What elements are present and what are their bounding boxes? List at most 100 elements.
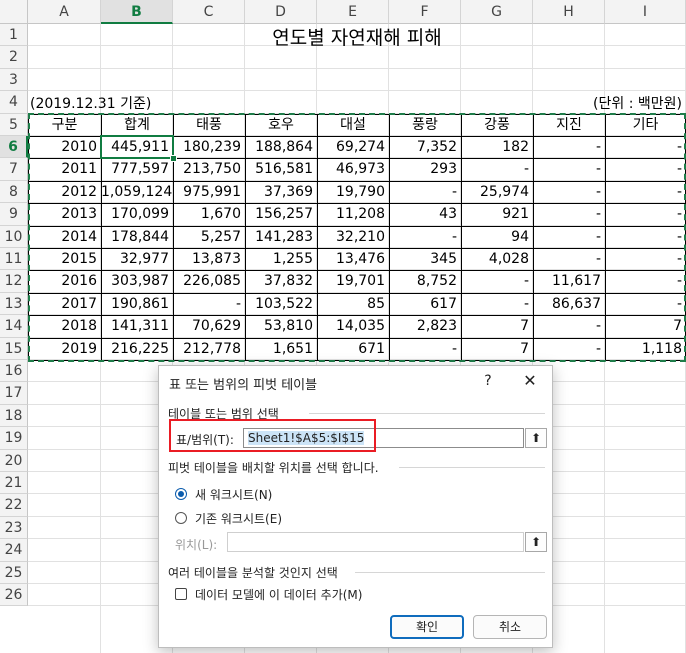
close-button[interactable]: ✕ [519,370,541,392]
row-header-21[interactable]: 21 [0,472,28,494]
table-cell[interactable]: 11,208 [317,203,389,226]
help-button[interactable]: ? [477,370,499,392]
table-cell[interactable]: 19,790 [317,181,389,203]
row-header-19[interactable]: 19 [0,427,28,450]
unit-note[interactable]: (단위 : 백만원) [500,93,682,115]
table-cell[interactable]: - [533,226,605,248]
table-cell[interactable]: 7 [461,315,533,338]
table-cell[interactable]: 190,861 [101,293,173,315]
table-cell[interactable]: 516,581 [245,158,317,181]
row-header-16[interactable]: 16 [0,360,28,382]
table-cell[interactable]: 70,629 [173,315,245,338]
table-cell[interactable]: 103,522 [245,293,317,315]
table-cell[interactable]: - [533,158,605,181]
row-header-1[interactable]: 1 [0,24,28,46]
table-cell[interactable]: 1,255 [245,248,317,270]
cancel-button[interactable]: 취소 [473,615,547,639]
table-cell[interactable]: 69,274 [317,136,389,158]
table-cell[interactable]: - [389,338,461,360]
table-cell[interactable]: 141,283 [245,226,317,248]
column-header-D[interactable]: D [245,0,317,24]
table-cell[interactable]: - [533,136,605,158]
table-cell[interactable]: 86,637 [533,293,605,315]
table-cell[interactable]: 43 [389,203,461,226]
table-cell[interactable]: 1,118 [605,338,686,360]
table-header-cell[interactable]: 합계 [101,114,173,136]
table-cell[interactable]: 293 [389,158,461,181]
table-cell[interactable]: 2016 [28,270,101,293]
table-cell[interactable]: 617 [389,293,461,315]
column-header-H[interactable]: H [533,0,605,24]
row-header-22[interactable]: 22 [0,494,28,517]
range-collapse-button[interactable]: ⬆ [525,428,547,448]
table-cell[interactable]: 178,844 [101,226,173,248]
table-cell[interactable]: - [461,270,533,293]
table-header-cell[interactable]: 호우 [245,114,317,136]
table-cell[interactable]: 14,035 [317,315,389,338]
table-cell[interactable]: - [605,158,686,181]
table-cell[interactable]: 2011 [28,158,101,181]
table-cell[interactable]: 2014 [28,226,101,248]
table-cell[interactable]: 170,099 [101,203,173,226]
table-cell[interactable]: 19,701 [317,270,389,293]
table-cell[interactable]: 13,873 [173,248,245,270]
row-header-25[interactable]: 25 [0,562,28,584]
date-note[interactable]: (2019.12.31 기준) [30,93,230,115]
row-header-15[interactable]: 15 [0,338,28,360]
add-data-model-label[interactable]: 데이터 모델에 이 데이터 추가(M) [195,586,362,603]
row-header-7[interactable]: 7 [0,158,28,181]
location-input[interactable] [227,532,524,552]
new-worksheet-radio[interactable] [175,488,187,500]
row-header-24[interactable]: 24 [0,539,28,562]
table-cell[interactable]: - [533,338,605,360]
range-input[interactable]: Sheet1!$A$5:$I$15 [243,428,524,448]
table-cell[interactable]: 212,778 [173,338,245,360]
column-header-A[interactable]: A [28,0,101,24]
table-cell[interactable]: 2015 [28,248,101,270]
row-header-2[interactable]: 2 [0,46,28,69]
table-cell[interactable]: 188,864 [245,136,317,158]
table-cell[interactable]: - [533,203,605,226]
table-cell[interactable]: 2,823 [389,315,461,338]
new-worksheet-label[interactable]: 새 워크시트(N) [195,486,272,503]
existing-worksheet-label[interactable]: 기존 워크시트(E) [195,510,282,527]
table-cell[interactable]: 37,369 [245,181,317,203]
row-header-20[interactable]: 20 [0,450,28,472]
table-cell[interactable]: - [605,181,686,203]
table-cell[interactable]: 4,028 [461,248,533,270]
table-cell[interactable]: - [533,181,605,203]
table-cell[interactable]: 2017 [28,293,101,315]
table-cell[interactable]: 32,210 [317,226,389,248]
row-header-13[interactable]: 13 [0,293,28,315]
table-cell[interactable]: 180,239 [173,136,245,158]
table-cell[interactable]: 2012 [28,181,101,203]
table-cell[interactable]: 345 [389,248,461,270]
table-header-cell[interactable]: 풍랑 [389,114,461,136]
table-cell[interactable]: - [389,181,461,203]
row-header-8[interactable]: 8 [0,181,28,203]
table-cell[interactable]: 303,987 [101,270,173,293]
row-header-14[interactable]: 14 [0,315,28,338]
table-cell[interactable]: 37,832 [245,270,317,293]
table-cell[interactable]: 671 [317,338,389,360]
row-header-3[interactable]: 3 [0,69,28,91]
table-cell[interactable]: - [173,293,245,315]
table-cell[interactable]: - [461,158,533,181]
table-cell[interactable]: - [605,136,686,158]
select-all-corner[interactable] [0,0,28,24]
row-header-4[interactable]: 4 [0,91,28,114]
table-cell[interactable]: 94 [461,226,533,248]
table-cell[interactable]: 46,973 [317,158,389,181]
table-header-cell[interactable]: 지진 [533,114,605,136]
table-cell[interactable]: 2018 [28,315,101,338]
table-cell[interactable]: 2010 [28,136,101,158]
table-cell[interactable]: 11,617 [533,270,605,293]
column-header-B[interactable]: B [101,0,173,24]
table-cell[interactable]: - [461,293,533,315]
column-header-F[interactable]: F [389,0,461,24]
table-header-cell[interactable]: 대설 [317,114,389,136]
table-cell[interactable]: 7 [605,315,686,338]
table-cell[interactable]: 213,750 [173,158,245,181]
add-data-model-checkbox[interactable] [175,588,187,600]
table-cell[interactable]: 1,651 [245,338,317,360]
